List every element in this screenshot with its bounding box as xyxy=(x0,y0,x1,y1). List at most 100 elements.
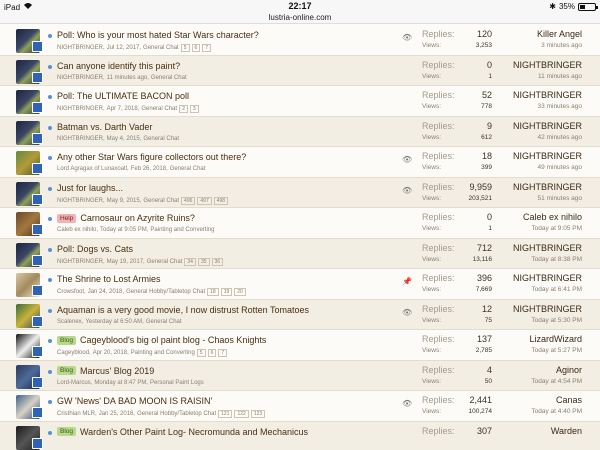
last-poster-avatar[interactable] xyxy=(32,407,43,418)
thread-author-link[interactable]: NIGHTBRINGER, xyxy=(57,259,105,265)
last-poster-link[interactable]: NIGHTBRINGER xyxy=(513,121,582,131)
last-poster-avatar[interactable] xyxy=(32,254,43,266)
page-jump-link[interactable]: 497 xyxy=(197,196,212,205)
thread-title-link[interactable]: Poll: Who is your most hated Star Wars c… xyxy=(57,30,259,40)
last-post-time-link[interactable]: 11 minutes ago xyxy=(538,73,582,80)
thread-row[interactable]: Aquaman is a very good movie, I now dist… xyxy=(0,299,600,330)
thread-author-link[interactable]: Caleb ex nihilo, xyxy=(57,227,98,233)
page-jump-link[interactable]: 35 xyxy=(197,257,210,266)
last-poster-link[interactable]: NIGHTBRINGER xyxy=(513,304,582,314)
last-poster-link[interactable]: LizardWizard xyxy=(529,334,582,344)
thread-title-link[interactable]: Poll: Dogs vs. Cats xyxy=(57,244,133,254)
page-jump-link[interactable]: 496 xyxy=(181,196,196,205)
thread-forum-link[interactable]: General Hobby/Tabletop Chat xyxy=(126,289,205,295)
page-jump-link[interactable]: 5 xyxy=(196,349,206,357)
thread-prefix[interactable]: Help xyxy=(57,213,77,223)
page-jump-link[interactable]: 7 xyxy=(202,44,212,52)
thread-forum-link[interactable]: General Chat xyxy=(151,75,187,81)
thread-row[interactable]: Blog Marcus' Blog 2019 Lord-Marcus, Monday … xyxy=(0,360,600,391)
last-post-time-link[interactable]: 49 minutes ago xyxy=(538,164,582,171)
page-jump-link[interactable]: 123 xyxy=(250,410,266,418)
thread-forum-link[interactable]: General Hobby/Tabletop Chat xyxy=(137,411,216,417)
thread-row[interactable]: Blog Cageyblood's big ol paint blog - Cha… xyxy=(0,330,600,361)
thread-author-link[interactable]: Lord Agragax of Lunaxoatl, xyxy=(57,166,129,172)
thread-forum-link[interactable]: Personal Paint Logs xyxy=(150,380,204,386)
page-jump-link[interactable]: 122 xyxy=(234,410,249,418)
thread-row[interactable]: Help Carnosaur on Azyrite Ruins? Caleb ex … xyxy=(0,208,600,239)
thread-author-link[interactable]: NIGHTBRINGER, xyxy=(57,75,105,81)
last-poster-link[interactable]: Caleb ex nihilo xyxy=(523,212,582,222)
thread-title-link[interactable]: The Shrine to Lost Armies xyxy=(57,274,161,284)
last-poster-link[interactable]: NIGHTBRINGER xyxy=(513,273,582,283)
page-jump-link[interactable]: 2 xyxy=(179,105,188,113)
last-poster-avatar[interactable] xyxy=(32,102,43,113)
thread-row[interactable]: Poll: The ULTIMATE BACON poll NIGHTBRINGE… xyxy=(0,86,600,117)
last-post-time-link[interactable]: Today at 6:41 PM xyxy=(531,286,582,293)
thread-forum-link[interactable]: Painting and Converting xyxy=(131,350,195,356)
last-post-time-link[interactable]: Today at 4:54 PM xyxy=(531,378,582,385)
last-post-time-link[interactable]: 33 minutes ago xyxy=(538,103,582,110)
last-poster-avatar[interactable] xyxy=(32,285,43,296)
page-jump-link[interactable]: 20 xyxy=(234,288,246,296)
thread-forum-link[interactable]: General Chat xyxy=(143,136,179,142)
last-post-time-link[interactable]: 42 minutes ago xyxy=(538,134,582,141)
last-poster-link[interactable]: NIGHTBRINGER xyxy=(513,151,582,161)
last-poster-avatar[interactable] xyxy=(32,376,43,388)
last-post-time-link[interactable]: Today at 5:27 PM xyxy=(531,347,582,354)
thread-title-link[interactable]: Marcus' Blog 2019 xyxy=(80,366,154,376)
thread-forum-link[interactable]: Painting and Converting xyxy=(150,227,214,233)
page-jump-link[interactable]: 6 xyxy=(207,349,217,357)
last-poster-link[interactable]: Canas xyxy=(556,395,582,405)
last-poster-avatar[interactable] xyxy=(32,163,43,174)
thread-title-link[interactable]: Aquaman is a very good movie, I now dist… xyxy=(57,305,309,315)
thread-author-link[interactable]: NIGHTBRINGER, xyxy=(57,106,105,112)
thread-row[interactable]: Just for laughs... NIGHTBRINGER, May 9, 20… xyxy=(0,177,600,208)
page-jump-link[interactable]: 498 xyxy=(213,196,229,205)
last-poster-avatar[interactable] xyxy=(32,193,43,205)
thread-row[interactable]: Poll: Dogs vs. Cats NIGHTBRINGER, May 19, … xyxy=(0,238,600,269)
thread-author-link[interactable]: Lord-Marcus, xyxy=(57,380,92,386)
thread-forum-link[interactable]: General Chat xyxy=(170,166,206,172)
thread-row[interactable]: GW 'News' DA BAD MOON IS RAISIN' Cristhia… xyxy=(0,391,600,422)
thread-author-link[interactable]: Crowsfoot, xyxy=(57,289,86,295)
thread-title-link[interactable]: Cageyblood's big ol paint blog - Chaos K… xyxy=(80,335,266,345)
thread-title-link[interactable]: Just for laughs... xyxy=(57,183,123,193)
thread-forum-link[interactable]: General Chat xyxy=(143,45,179,51)
thread-title-link[interactable]: Batman vs. Darth Vader xyxy=(57,122,152,132)
last-poster-avatar[interactable] xyxy=(32,71,43,83)
thread-row[interactable]: Can anyone identify this paint? NIGHTBRIN… xyxy=(0,55,600,86)
last-poster-link[interactable]: NIGHTBRINGER xyxy=(513,243,582,253)
page-jump-link[interactable]: 34 xyxy=(184,257,196,266)
last-poster-link[interactable]: Aginor xyxy=(556,365,582,375)
last-post-time-link[interactable]: Today at 8:38 PM xyxy=(531,256,582,263)
thread-title-link[interactable]: Poll: The ULTIMATE BACON poll xyxy=(57,91,189,101)
thread-row[interactable]: Any other Star Wars figure collectors ou… xyxy=(0,147,600,178)
thread-title-link[interactable]: Any other Star Wars figure collectors ou… xyxy=(57,152,246,162)
address-bar[interactable]: lustria-online.com xyxy=(0,13,600,24)
last-post-time-link[interactable]: 3 minutes ago xyxy=(541,42,582,49)
last-poster-link[interactable]: NIGHTBRINGER xyxy=(513,60,582,70)
thread-forum-link[interactable]: General Chat xyxy=(143,198,179,204)
page-jump-link[interactable]: 3 xyxy=(189,105,199,113)
thread-prefix[interactable]: Blog xyxy=(57,427,77,436)
thread-prefix[interactable]: Blog xyxy=(57,335,77,345)
thread-forum-link[interactable]: General Chat xyxy=(141,106,177,112)
last-post-time-link[interactable]: Today at 9:05 PM xyxy=(531,225,582,232)
thread-row[interactable]: Blog Warden's Other Paint Log- Necromunda… xyxy=(0,421,600,450)
page-jump-link[interactable]: 6 xyxy=(191,44,201,52)
thread-title-link[interactable]: Can anyone identify this paint? xyxy=(57,61,180,71)
thread-row[interactable]: The Shrine to Lost Armies Crowsfoot, Jan 2… xyxy=(0,269,600,300)
last-poster-avatar[interactable] xyxy=(32,132,43,144)
last-poster-link[interactable]: Killer Angel xyxy=(537,29,582,39)
page-jump-link[interactable]: 36 xyxy=(211,257,224,266)
last-post-time-link[interactable]: Today at 4:40 PM xyxy=(531,408,582,415)
thread-forum-link[interactable]: General Chat xyxy=(147,259,183,265)
last-poster-link[interactable]: Warden xyxy=(551,426,582,436)
thread-author-link[interactable]: NIGHTBRINGER, xyxy=(57,198,105,204)
thread-forum-link[interactable]: General Chat xyxy=(146,319,182,325)
url-text[interactable]: lustria-online.com xyxy=(269,13,332,22)
last-poster-link[interactable]: NIGHTBRINGER xyxy=(513,182,582,192)
page-jump-link[interactable]: 121 xyxy=(218,410,233,418)
thread-title-link[interactable]: Carnosaur on Azyrite Ruins? xyxy=(80,213,195,223)
thread-author-link[interactable]: Scalenex, xyxy=(57,319,83,325)
